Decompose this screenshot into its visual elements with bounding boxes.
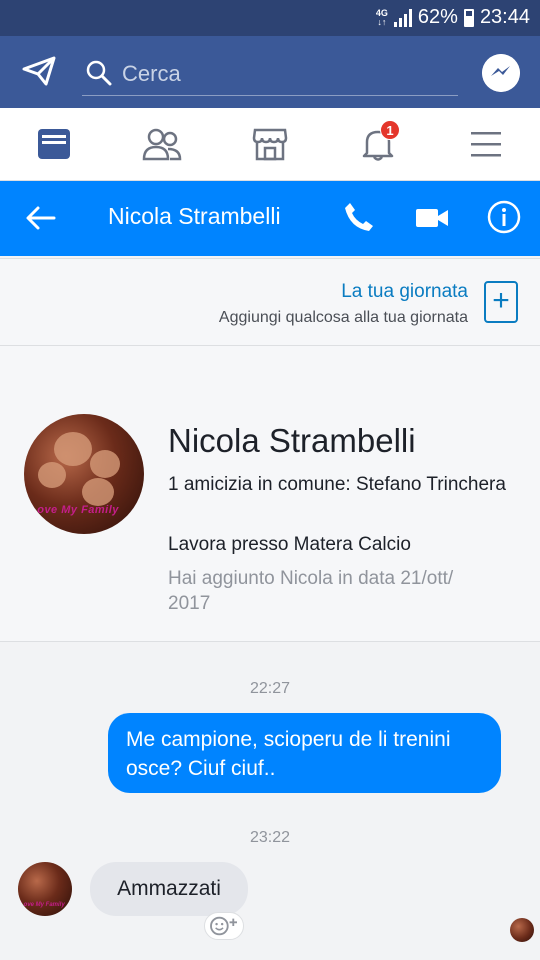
profile-name: Nicola Strambelli — [168, 422, 416, 459]
add-to-day-button[interactable]: + — [484, 281, 518, 323]
nav-menu[interactable] — [432, 108, 540, 180]
facebook-nav-bar: 1 — [0, 108, 540, 181]
mutual-friends: 1 amicizia in comune: Stefano Trinchera — [168, 474, 506, 495]
nav-friends[interactable] — [108, 108, 216, 180]
search-box[interactable] — [82, 56, 458, 96]
outgoing-message[interactable]: Me campione, scioperu de li trenini osce… — [108, 713, 501, 793]
nav-news-feed[interactable] — [0, 108, 108, 180]
contact-avatar[interactable]: Love My Family — [18, 862, 72, 916]
your-day-subtitle: Aggiungi qualcosa alla tua giornata — [218, 309, 468, 326]
nav-marketplace[interactable] — [216, 108, 324, 180]
added-date: Hai aggiunto Nicola in data 21/ott/ 2017 — [168, 568, 454, 614]
video-camera-icon[interactable] — [414, 203, 450, 233]
messenger-icon[interactable] — [482, 54, 520, 92]
nav-notifications[interactable]: 1 — [324, 108, 432, 180]
phone-icon[interactable] — [342, 200, 376, 234]
chat-header: Nicola Strambelli — [0, 181, 540, 256]
message-timestamp: 22:27 — [249, 680, 291, 697]
avatar-caption: Love My Family — [20, 902, 65, 908]
your-day-title[interactable]: La tua giornata — [341, 281, 468, 303]
marketplace-icon — [252, 128, 288, 161]
search-input[interactable] — [122, 56, 442, 92]
signal-icon — [393, 8, 412, 27]
network-type: 4G — [375, 7, 388, 18]
hamburger-menu-icon — [471, 132, 501, 157]
message-timestamp: 23:22 — [249, 829, 291, 846]
incoming-message[interactable]: Ammazzati — [90, 862, 248, 916]
clock: 23:44 — [479, 6, 530, 28]
info-icon[interactable] — [486, 199, 522, 235]
search-icon — [86, 60, 112, 86]
battery-percent: 62% — [417, 6, 458, 28]
friends-icon — [142, 128, 182, 161]
avatar-caption: Love My Family — [30, 504, 119, 516]
status-bar: 4G ↓↑ 62% 23:44 — [0, 0, 540, 36]
profile-avatar[interactable]: Love My Family — [24, 414, 144, 534]
facebook-top-bar — [0, 36, 540, 108]
add-reaction-icon[interactable] — [204, 912, 244, 940]
paper-plane-icon[interactable] — [22, 56, 56, 86]
network-4g-icon: 4G ↓↑ — [375, 7, 388, 27]
news-feed-icon — [38, 129, 70, 159]
back-arrow-icon[interactable] — [24, 203, 58, 233]
battery-icon — [463, 8, 474, 27]
seen-indicator-avatar — [510, 918, 534, 942]
notification-badge: 1 — [380, 120, 400, 140]
your-day-card[interactable]: La tua giornata Aggiungi qualcosa alla t… — [0, 258, 540, 346]
profile-card: Love My Family Nicola Strambelli 1 amici… — [0, 346, 540, 642]
work-info: Lavora presso Matera Calcio — [168, 534, 411, 555]
chat-title[interactable]: Nicola Strambelli — [108, 203, 281, 230]
